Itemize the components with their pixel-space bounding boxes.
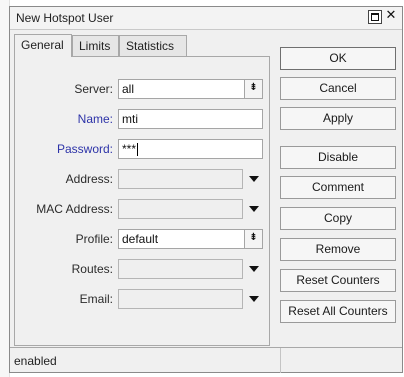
hotspot-user-dialog: New Hotspot User ✕ General Limits Statis… [9, 6, 403, 373]
mac-address-row: MAC Address: [15, 199, 271, 221]
server-value: all [122, 82, 135, 96]
tab-limits[interactable]: Limits [72, 35, 119, 56]
mac-address-input[interactable] [118, 199, 243, 219]
profile-value: default [122, 232, 159, 246]
profile-label: Profile: [75, 232, 113, 246]
profile-select[interactable]: default ⇟ [118, 229, 263, 249]
profile-row: Profile: default ⇟ [15, 229, 271, 251]
password-input[interactable]: *** [118, 139, 263, 159]
status-bar: enabled [10, 347, 402, 373]
email-label: Email: [79, 292, 113, 306]
routes-input[interactable] [118, 259, 243, 279]
name-row: Name: mti [15, 109, 271, 131]
close-icon[interactable]: ✕ [384, 9, 398, 24]
name-value: mti [122, 112, 138, 126]
text-cursor [137, 143, 139, 157]
comment-button[interactable]: Comment [280, 176, 396, 199]
routes-label: Routes: [71, 262, 113, 276]
address-expand-icon[interactable] [249, 176, 259, 182]
copy-button[interactable]: Copy [280, 207, 396, 230]
remove-button[interactable]: Remove [280, 238, 396, 261]
email-expand-icon[interactable] [249, 296, 259, 302]
email-input[interactable] [118, 289, 243, 309]
mac-address-expand-icon[interactable] [249, 206, 259, 212]
mac-address-label: MAC Address: [36, 202, 113, 216]
window-title: New Hotspot User [16, 11, 114, 25]
apply-button[interactable]: Apply [280, 107, 396, 130]
routes-expand-icon[interactable] [249, 266, 259, 272]
address-input[interactable] [118, 169, 243, 189]
password-label: Password: [56, 142, 113, 156]
profile-dropdown-icon[interactable]: ⇟ [244, 230, 262, 248]
tab-general[interactable]: General [14, 34, 72, 57]
maximize-icon[interactable] [368, 10, 382, 24]
reset-counters-button[interactable]: Reset Counters [280, 269, 396, 292]
status-divider [280, 348, 281, 373]
password-value: *** [122, 142, 137, 156]
routes-row: Routes: [15, 259, 271, 281]
password-row: Password: *** [15, 139, 271, 161]
server-dropdown-icon[interactable]: ⇟ [244, 80, 262, 98]
general-panel: Server: all ⇟ Name: mti Password: *** Ad… [14, 56, 270, 346]
ok-button[interactable]: OK [280, 47, 396, 70]
email-row: Email: [15, 289, 271, 311]
server-row: Server: all ⇟ [15, 79, 271, 101]
address-label: Address: [65, 172, 113, 186]
status-text: enabled [14, 354, 57, 368]
reset-all-counters-button[interactable]: Reset All Counters [280, 300, 396, 323]
title-bar: New Hotspot User ✕ [10, 7, 402, 30]
server-select[interactable]: all ⇟ [118, 79, 263, 99]
cancel-button[interactable]: Cancel [280, 77, 396, 100]
server-label: Server: [74, 82, 113, 96]
name-label: Name: [77, 112, 113, 126]
disable-button[interactable]: Disable [280, 146, 396, 169]
name-input[interactable]: mti [118, 109, 263, 129]
address-row: Address: [15, 169, 271, 191]
tab-statistics[interactable]: Statistics [119, 35, 187, 56]
